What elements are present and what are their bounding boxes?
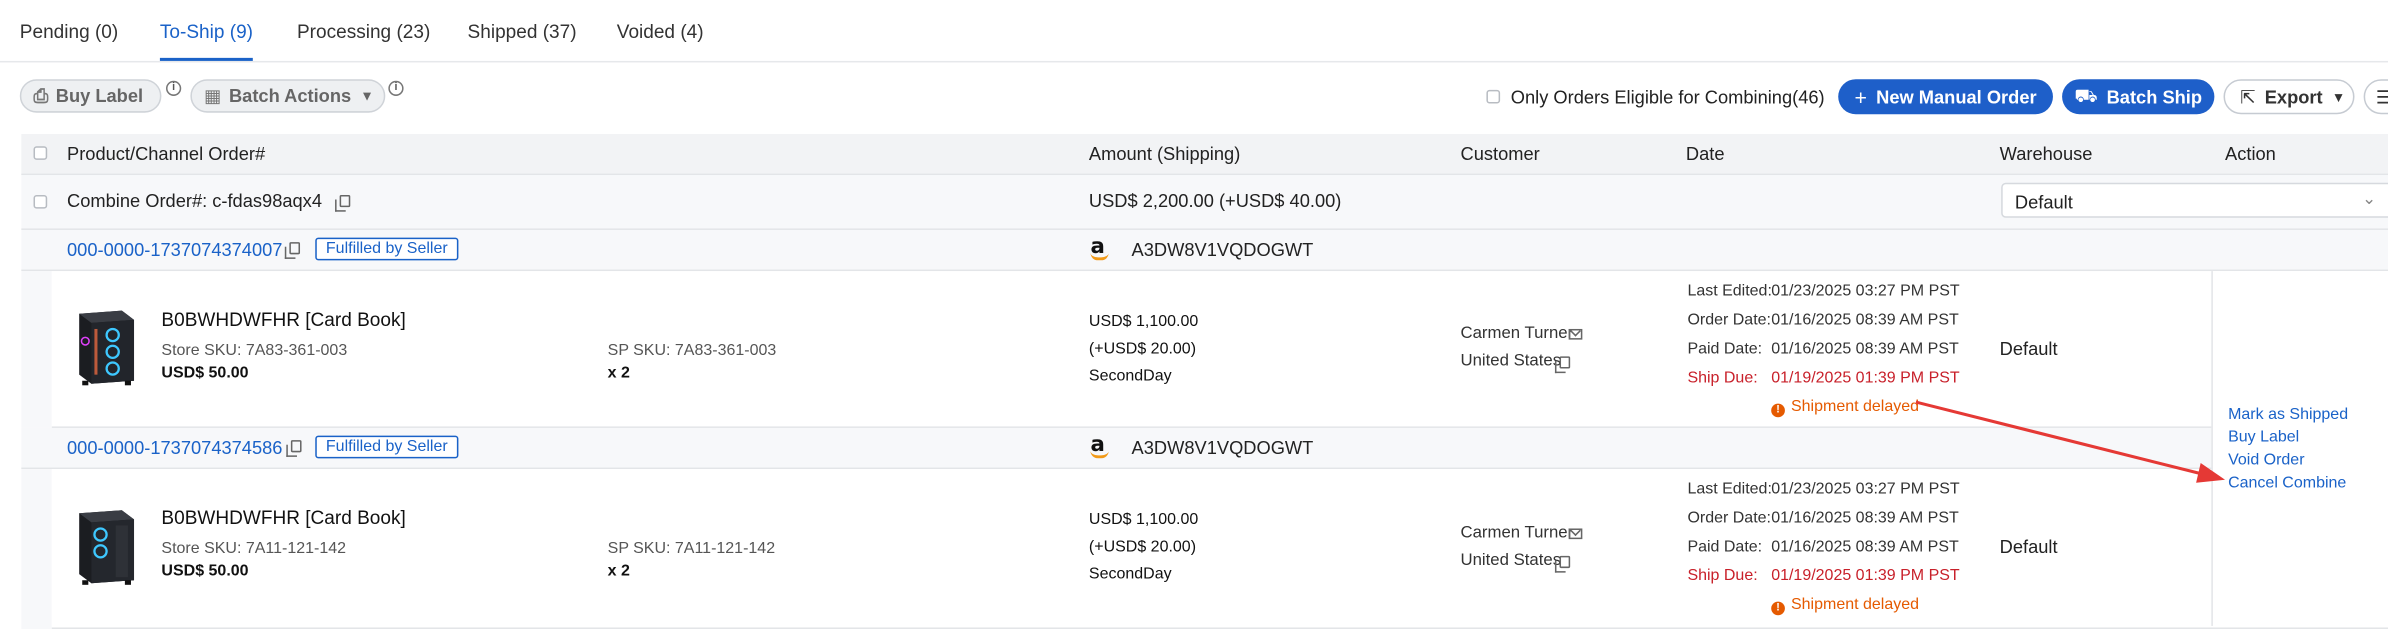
- annotation-arrow: [1915, 400, 2226, 483]
